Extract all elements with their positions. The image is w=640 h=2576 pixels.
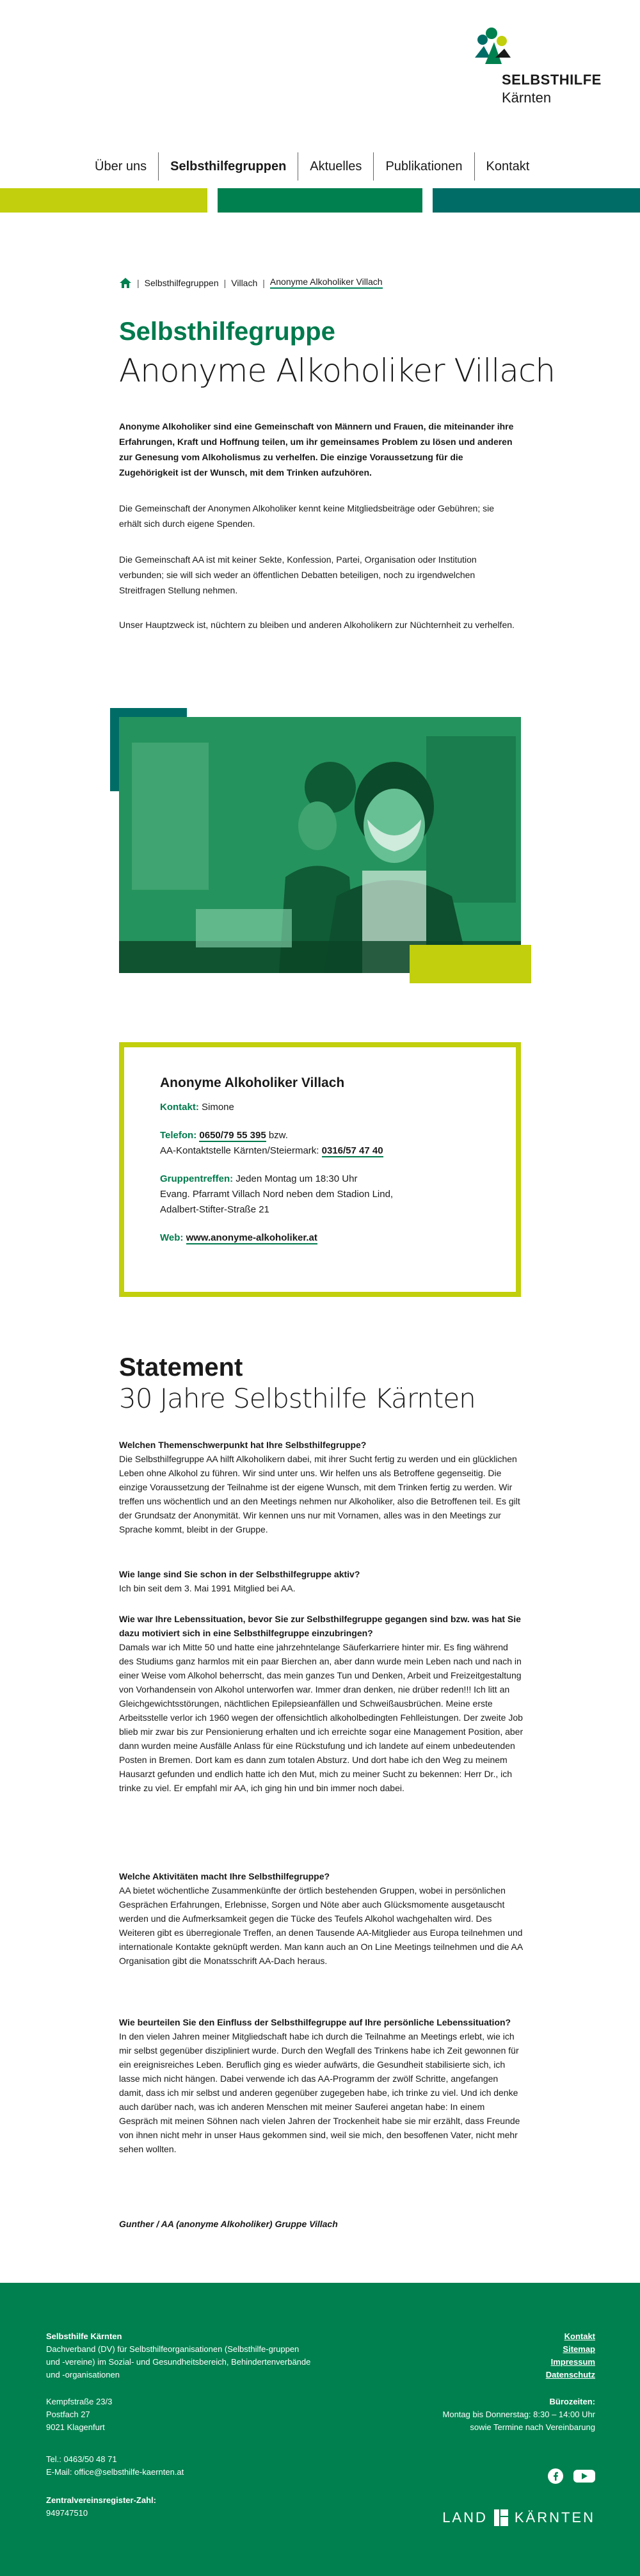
photo-illustration [119,717,521,973]
footer-link-kontakt[interactable]: Kontakt [546,2330,595,2343]
nav-item-ueber-uns[interactable]: Über uns [83,152,158,181]
home-icon[interactable] [119,277,132,289]
decor-bar-green [218,188,422,213]
coat-of-arms-icon [493,2509,508,2526]
contact-box-title: Anonyme Alkoholiker Villach [160,1075,345,1090]
facebook-icon[interactable] [548,2468,563,2484]
footer-link-sitemap[interactable]: Sitemap [546,2343,595,2356]
brand-name: SELBSTHILFE [502,72,602,88]
meetings-location: Evang. Pfarramt Villach Nord neben dem S… [160,1189,394,1200]
breadcrumb: | Selbsthilfegruppen | Villach | Anonyme… [119,277,383,289]
breadcrumb-item-villach[interactable]: Villach [231,278,257,288]
contact-box: Anonyme Alkoholiker Villach Kontakt: Sim… [119,1042,521,1297]
land-word: LAND [442,2509,488,2525]
qa-question: Welche Aktivitäten macht Ihre Selbsthilf… [119,1871,330,1881]
intro-lead: Anonyme Alkoholiker sind eine Gemeinscha… [119,421,514,478]
intro-paragraph: Die Gemeinschaft der Anonymen Alkoholike… [119,503,494,529]
kaernten-word: KÄRNTEN [514,2509,595,2525]
qa-block: Welche Aktivitäten macht Ihre Selbsthilf… [119,1869,524,1968]
web-label: Web: [160,1232,184,1243]
photo-decor-yellow [410,945,531,983]
meetings-row: Gruppentreffen: Jeden Montag um 18:30 Uh… [160,1171,480,1187]
footer-tel[interactable]: Tel.: 0463/50 48 71 [46,2453,315,2466]
footer-hours-line1: Montag bis Donnerstag: 8:30 – 14:00 Uhr [442,2410,595,2419]
social-links [548,2468,595,2484]
nav-item-selbsthilfegruppen[interactable]: Selbsthilfegruppen [158,152,298,181]
phone-suffix: bzw. [268,1130,288,1141]
footer-hours: Bürozeiten: Montag bis Donnerstag: 8:30 … [443,2395,595,2434]
nav-item-aktuelles[interactable]: Aktuelles [298,152,373,181]
qa-block: Wie beurteilen Sie den Einfluss der Selb… [119,2015,524,2156]
footer-hours-label: Bürozeiten: [549,2397,596,2406]
intro-paragraph: Die Gemeinschaft AA ist mit keiner Sekte… [119,554,477,595]
brand-region: Kärnten [502,90,552,106]
qa-answer: AA bietet wöchentliche Zusammenkünfte de… [119,1885,523,1966]
group-photo [119,717,521,973]
footer-links: Kontakt Sitemap Impressum Datenschutz [546,2330,595,2381]
footer-zvr-value: 949747510 [46,2508,88,2518]
qa-block: Wie war Ihre Lebenssituation, bevor Sie … [119,1612,524,1795]
footer-hours-line2: sowie Termine nach Vereinbarung [470,2422,595,2432]
breadcrumb-item-current[interactable]: Anonyme Alkoholiker Villach [269,277,383,289]
phone-row: Telefon: 0650/79 55 395 bzw. [160,1128,480,1143]
aa-contact-phone-link[interactable]: 0316/57 47 40 [321,1145,383,1157]
web-row: Web: www.anonyme-alkoholiker.at [160,1230,480,1246]
qa-question: Wie lange sind Sie schon in der Selbsthi… [119,1569,360,1579]
nav-item-publikationen[interactable]: Publikationen [373,152,474,181]
page-title: Anonyme Alkoholiker Villach [119,352,556,389]
meetings-label: Gruppentreffen: [160,1173,234,1184]
footer-link-datenschutz[interactable]: Datenschutz [546,2369,595,2381]
statement-signature: Gunther / AA (anonyme Alkoholiker) Grupp… [119,2219,338,2229]
footer-street: Kempfstraße 23/3 [46,2397,113,2406]
footer-org-desc: Dachverband (DV) für Selbsthilfeorganisa… [46,2344,311,2379]
breadcrumb-separator: | [223,277,227,288]
statement-subheading: 30 Jahre Selbsthilfe Kärnten [119,1383,476,1414]
footer-email[interactable]: E-Mail: office@selbsthilfe-kaernten.at [46,2466,315,2479]
qa-answer: In den vielen Jahren meiner Mitgliedscha… [119,2031,520,2154]
web-link[interactable]: www.anonyme-alkoholiker.at [186,1232,317,1244]
breadcrumb-separator: | [262,277,265,288]
footer: Selbsthilfe Kärnten Dachverband (DV) für… [0,2283,640,2576]
breadcrumb-item-selbsthilfegruppen[interactable]: Selbsthilfegruppen [145,278,219,288]
contact-value: Simone [202,1102,234,1113]
aa-contact-row: AA-Kontaktstelle Kärnten/Steiermark: 031… [160,1143,480,1159]
qa-answer: Damals war ich Mitte 50 und hatte eine j… [119,1642,524,1793]
footer-contact: Tel.: 0463/50 48 71 E-Mail: office@selbs… [46,2453,315,2479]
intro-paragraph: Unser Hauptzweck ist, nüchtern zu bleibe… [119,620,515,630]
page-kicker: Selbsthilfegruppe [119,318,335,346]
decor-bar-teal [433,188,640,213]
brand-logo[interactable]: SELBSTHILFE Kärnten [466,27,620,110]
land-kaernten-logo[interactable]: LAND KÄRNTEN [442,2509,595,2526]
footer-link-impressum[interactable]: Impressum [546,2356,595,2369]
qa-block: Wie lange sind Sie schon in der Selbsthi… [119,1567,524,1595]
qa-answer: Die Selbsthilfegruppe AA hilft Alkoholik… [119,1454,520,1534]
contact-person: Kontakt: Simone [160,1100,480,1115]
meetings-time: Jeden Montag um 18:30 Uhr [236,1173,358,1184]
selbsthilfe-logo-icon [475,28,511,64]
decor-bar-yellow [0,188,207,213]
qa-answer: Ich bin seit dem 3. Mai 1991 Mitglied be… [119,1583,296,1593]
phone-label: Telefon: [160,1130,197,1141]
phone-link[interactable]: 0650/79 55 395 [199,1130,266,1142]
meetings-address: Adalbert-Stifter-Straße 21 [160,1204,269,1215]
aa-contact-text: AA-Kontaktstelle Kärnten/Steiermark: [160,1145,319,1156]
footer-address: Kempfstraße 23/3 Postfach 27 9021 Klagen… [46,2395,315,2434]
footer-postbox: Postfach 27 [46,2410,90,2419]
main-nav: Über uns Selbsthilfegruppen Aktuelles Pu… [83,151,570,182]
qa-block: Welchen Themenschwerpunkt hat Ihre Selbs… [119,1438,524,1536]
nav-item-kontakt[interactable]: Kontakt [474,152,541,181]
footer-zvr-label: Zentralvereinsregister-Zahl: [46,2495,156,2505]
breadcrumb-separator: | [137,277,140,288]
footer-org-name: Selbsthilfe Kärnten [46,2331,122,2341]
footer-org: Selbsthilfe Kärnten Dachverband (DV) für… [46,2330,315,2381]
statement-heading: Statement [119,1353,243,1381]
qa-question: Wie war Ihre Lebenssituation, bevor Sie … [119,1614,521,1638]
footer-city: 9021 Klagenfurt [46,2422,105,2432]
contact-label: Kontakt: [160,1102,199,1113]
qa-question: Wie beurteilen Sie den Einfluss der Selb… [119,2017,511,2027]
footer-zvr: Zentralvereinsregister-Zahl: 949747510 [46,2494,315,2520]
qa-question: Welchen Themenschwerpunkt hat Ihre Selbs… [119,1440,367,1450]
youtube-icon[interactable] [573,2468,595,2484]
